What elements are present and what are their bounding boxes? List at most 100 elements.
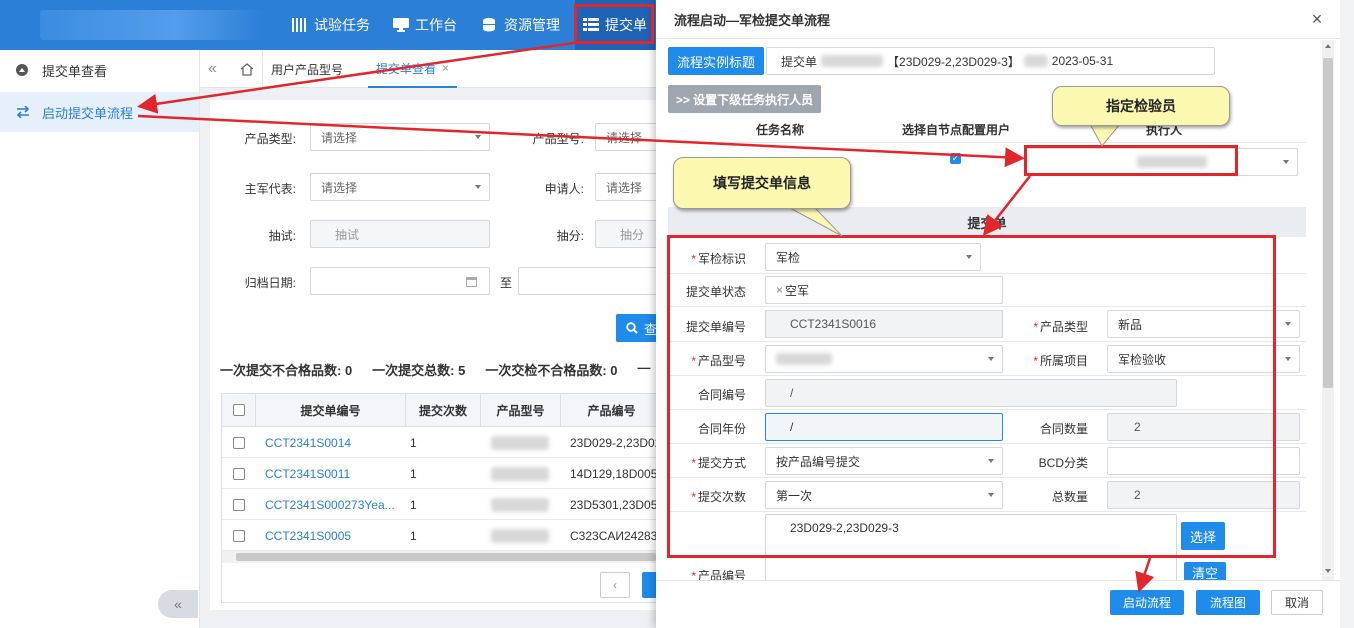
select-products-button[interactable]: 选择	[1181, 522, 1225, 550]
cancel-button[interactable]: 取消	[1271, 590, 1323, 615]
nav-item-test-tasks[interactable]: 试验任务	[292, 0, 370, 50]
submit-mode-label: * 提交方式	[691, 456, 746, 470]
instance-title-prefix: 提交单	[781, 54, 818, 69]
status-tag[interactable]: × 空军	[776, 282, 809, 299]
contract-year-input[interactable]: /	[765, 413, 1003, 441]
archive-date-end-input[interactable]	[518, 267, 668, 295]
nav-label: 资源管理	[504, 17, 560, 33]
chevron-down-icon	[988, 459, 994, 463]
home-icon[interactable]	[240, 50, 254, 88]
sample-test-input[interactable]: 抽试	[310, 220, 490, 248]
submit-times-select[interactable]: 第一次	[765, 481, 1003, 509]
select-all-checkbox[interactable]	[232, 404, 245, 416]
row-checkbox[interactable]	[232, 499, 245, 511]
clear-products-button[interactable]: 清空	[1184, 562, 1226, 582]
scrollbar-thumb[interactable]	[236, 553, 656, 561]
scroll-down-icon[interactable]	[1325, 569, 1331, 573]
app-logo	[40, 10, 265, 40]
row-checkbox[interactable]	[232, 437, 245, 449]
redacted-text	[491, 498, 549, 512]
table-row[interactable]: CCT2341S0014 1 23D029-2,23D02	[222, 428, 662, 458]
flowchart-button[interactable]: 流程图	[1196, 590, 1260, 615]
instance-title-input[interactable]: 提交单 【23D029-2,23D029-3】 2023-05-31	[766, 47, 1215, 75]
count-cell: 1	[410, 467, 417, 481]
order-no-link[interactable]: CCT2341S000273Yea...	[265, 490, 405, 520]
product-nos-textarea[interactable]: 23D029-2,23D029-3	[765, 514, 1177, 584]
divider	[668, 306, 1306, 307]
table-row[interactable]: CCT2341S0011 1 14D129,18D005	[222, 459, 662, 489]
chevron-down-icon	[988, 493, 994, 497]
divider	[668, 341, 1306, 342]
set-next-task-executor-button[interactable]: >> 设置下级任务执行人员	[668, 85, 821, 113]
select-node-user-checkbox[interactable]: ✓	[950, 153, 961, 164]
tab-user-product-model[interactable]: 用户产品型号	[262, 50, 351, 88]
scroll-up-icon[interactable]	[1325, 44, 1331, 48]
sidebar-item-view-submission[interactable]: 提交单查看	[0, 50, 199, 90]
sample-test-label: 抽试:	[268, 229, 296, 243]
prev-page-button[interactable]: ‹	[600, 572, 630, 598]
executor-select[interactable]	[1026, 148, 1298, 176]
sample-score-label: 抽分:	[556, 229, 584, 243]
header-checkbox-cell	[222, 394, 255, 427]
mil-flag-label: * 军检标识	[691, 252, 746, 266]
order-no-link[interactable]: CCT2341S0011	[265, 459, 405, 489]
product-model-select[interactable]	[765, 345, 1003, 373]
nav-item-workbench[interactable]: 工作台	[393, 0, 457, 50]
column-header-order-no[interactable]: 提交单编号	[255, 394, 405, 427]
order-no-input[interactable]: CCT2341S0016	[765, 310, 1003, 338]
total-qty-label: 总数量	[1051, 490, 1088, 504]
order-no-link[interactable]: CCT2341S0005	[265, 521, 405, 551]
dialog-scrollbar-thumb[interactable]	[1323, 58, 1333, 388]
military-rep-select[interactable]: 请选择	[310, 173, 490, 201]
redacted-text	[776, 353, 832, 365]
remove-tag-icon[interactable]: ×	[776, 283, 783, 297]
column-header-product-no[interactable]: 产品编号	[560, 394, 662, 427]
sidebar-item-start-submission-flow[interactable]: 启动提交单流程	[0, 92, 199, 132]
nav-item-submission[interactable]: 提交单	[575, 0, 655, 50]
row-checkbox[interactable]	[232, 468, 245, 480]
instance-title-product: 【23D029-2,23D029-3】	[887, 54, 1020, 69]
grid-icon	[292, 18, 306, 32]
project-label: * 所属项目	[1033, 354, 1088, 368]
close-icon[interactable]: ×	[1308, 10, 1326, 28]
start-flow-button[interactable]: 启动流程	[1110, 590, 1184, 615]
sample-score-input[interactable]: 抽分	[595, 220, 665, 248]
mil-flag-select[interactable]: 军检	[765, 243, 981, 271]
applicant-select[interactable]: 请选择	[595, 173, 665, 201]
sidebar-collapse-button[interactable]: «	[158, 590, 198, 618]
contract-no-input[interactable]: /	[765, 379, 1177, 407]
total-qty-input[interactable]: 2	[1107, 481, 1300, 509]
product-no-cell: 14D129,18D005	[570, 467, 658, 481]
archive-date-start-input[interactable]	[310, 267, 490, 295]
tab-scroll-left-icon[interactable]: «	[208, 50, 217, 88]
row-checkbox[interactable]	[232, 530, 245, 542]
submit-mode-select[interactable]: 按产品编号提交	[765, 447, 1003, 475]
column-task-name: 任务名称	[756, 123, 805, 137]
flow-start-dialog: 流程启动—军检提交单流程 × 流程实例标题 提交单 【23D029-2,23D0…	[656, 0, 1340, 628]
product-type-label: 产品类型:	[244, 132, 296, 146]
product-type-select[interactable]: 新品	[1107, 310, 1300, 338]
status-multiselect[interactable]: × 空军	[765, 276, 1003, 304]
section-title: 提交单	[668, 207, 1306, 237]
contract-qty-input[interactable]: 2	[1107, 413, 1300, 441]
project-select[interactable]: 军检验收	[1107, 345, 1300, 373]
table-row[interactable]: CCT2341S0005 1 C323CAИ24283	[222, 521, 662, 551]
row-checkbox-cell	[222, 521, 255, 551]
count-cell: 1	[410, 529, 417, 543]
column-header-count[interactable]: 提交次数	[405, 394, 480, 427]
stat-more: —	[637, 360, 651, 375]
order-no-link[interactable]: CCT2341S0014	[265, 428, 405, 458]
close-tab-icon[interactable]: ×	[442, 61, 449, 75]
bcd-input[interactable]	[1107, 447, 1300, 475]
search-button[interactable]: 查	[616, 314, 660, 342]
horizontal-scrollbar[interactable]	[222, 551, 660, 563]
tab-view-submission[interactable]: 提交单查看 ×	[368, 50, 458, 88]
column-header-product-model[interactable]: 产品型号	[480, 394, 560, 427]
instance-title-button[interactable]: 流程实例标题	[668, 47, 764, 75]
product-type-select[interactable]: 请选择	[310, 123, 490, 151]
table-row[interactable]: CCT2341S000273Yea... 1 23D5301,23D05	[222, 490, 662, 520]
product-model-select[interactable]: 请选择	[595, 123, 665, 151]
nav-item-resource-management[interactable]: 资源管理	[482, 0, 560, 50]
product-no-cell: 23D029-2,23D02	[570, 436, 662, 450]
stats-summary: 一次提交不合格品数: 0 一次提交总数: 5 一次交检不合格品数: 0 —	[220, 360, 660, 380]
